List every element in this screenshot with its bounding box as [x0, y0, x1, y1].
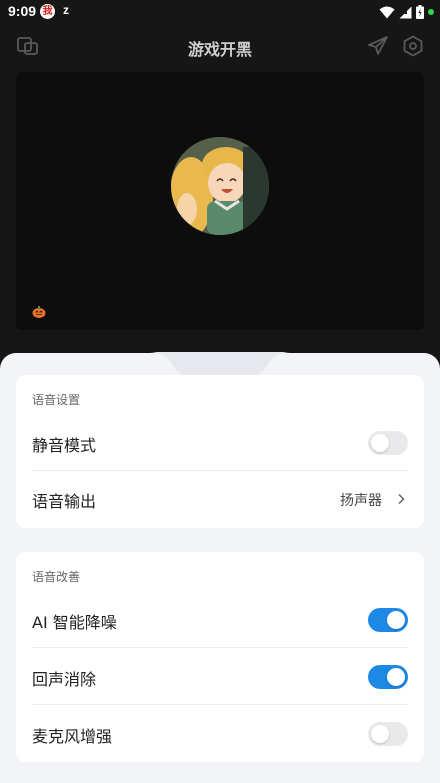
battery-icon	[416, 5, 424, 19]
mic-boost-row: 麦克风增强	[16, 706, 424, 762]
status-indicators	[379, 5, 434, 19]
status-bar: 9:09 我 z	[0, 0, 440, 24]
echo-cancellation-toggle[interactable]	[368, 665, 408, 689]
ai-noise-reduction-label: AI 智能降噪	[32, 613, 117, 632]
chevron-right-icon	[398, 493, 405, 505]
toggle-knob	[371, 725, 389, 743]
divider	[32, 647, 408, 648]
ai-noise-reduction-toggle[interactable]	[368, 608, 408, 632]
ai-noise-reduction-row: AI 智能降噪	[16, 592, 424, 648]
voice-output-label: 语音输出	[32, 492, 97, 511]
video-panel	[16, 72, 424, 330]
app-notification-icon: 我	[40, 4, 55, 19]
toggle-knob	[387, 668, 405, 686]
mic-boost-toggle[interactable]	[368, 722, 408, 746]
voice-output-value: 扬声器	[340, 493, 382, 509]
voice-settings-sheet: 语音设置 静音模式 语音输出 扬声器 语音改善 AI 智能降噪 回声消除 麦克风…	[0, 352, 440, 783]
toggle-knob	[387, 611, 405, 629]
section-title-voice-settings: 语音设置	[32, 393, 81, 407]
voice-output-row[interactable]: 语音输出 扬声器	[16, 471, 424, 527]
share-send-icon[interactable]	[366, 34, 390, 58]
mute-mode-toggle[interactable]	[368, 431, 408, 455]
divider	[32, 704, 408, 705]
voice-settings-card: 语音设置 静音模式 语音输出 扬声器	[16, 375, 424, 528]
echo-cancellation-row: 回声消除	[16, 649, 424, 705]
mute-mode-row: 静音模式	[16, 415, 424, 471]
section-title-voice-improve: 语音改善	[32, 570, 81, 584]
mic-boost-label: 麦克风增强	[32, 727, 113, 746]
status-dot-icon	[428, 9, 434, 15]
mute-mode-label: 静音模式	[32, 436, 97, 455]
top-bar: 游戏开黑	[0, 26, 440, 66]
signal-icon	[399, 6, 412, 18]
notification-icon: z	[63, 3, 69, 17]
voice-improve-card: 语音改善 AI 智能降噪 回声消除 麦克风增强	[16, 552, 424, 762]
wifi-icon	[379, 6, 395, 18]
pumpkin-icon	[32, 303, 46, 318]
avatar[interactable]	[171, 137, 269, 235]
settings-icon[interactable]	[401, 34, 425, 58]
toggle-knob	[371, 434, 389, 452]
status-time: 9:09	[8, 3, 37, 19]
echo-cancellation-label: 回声消除	[32, 670, 97, 689]
